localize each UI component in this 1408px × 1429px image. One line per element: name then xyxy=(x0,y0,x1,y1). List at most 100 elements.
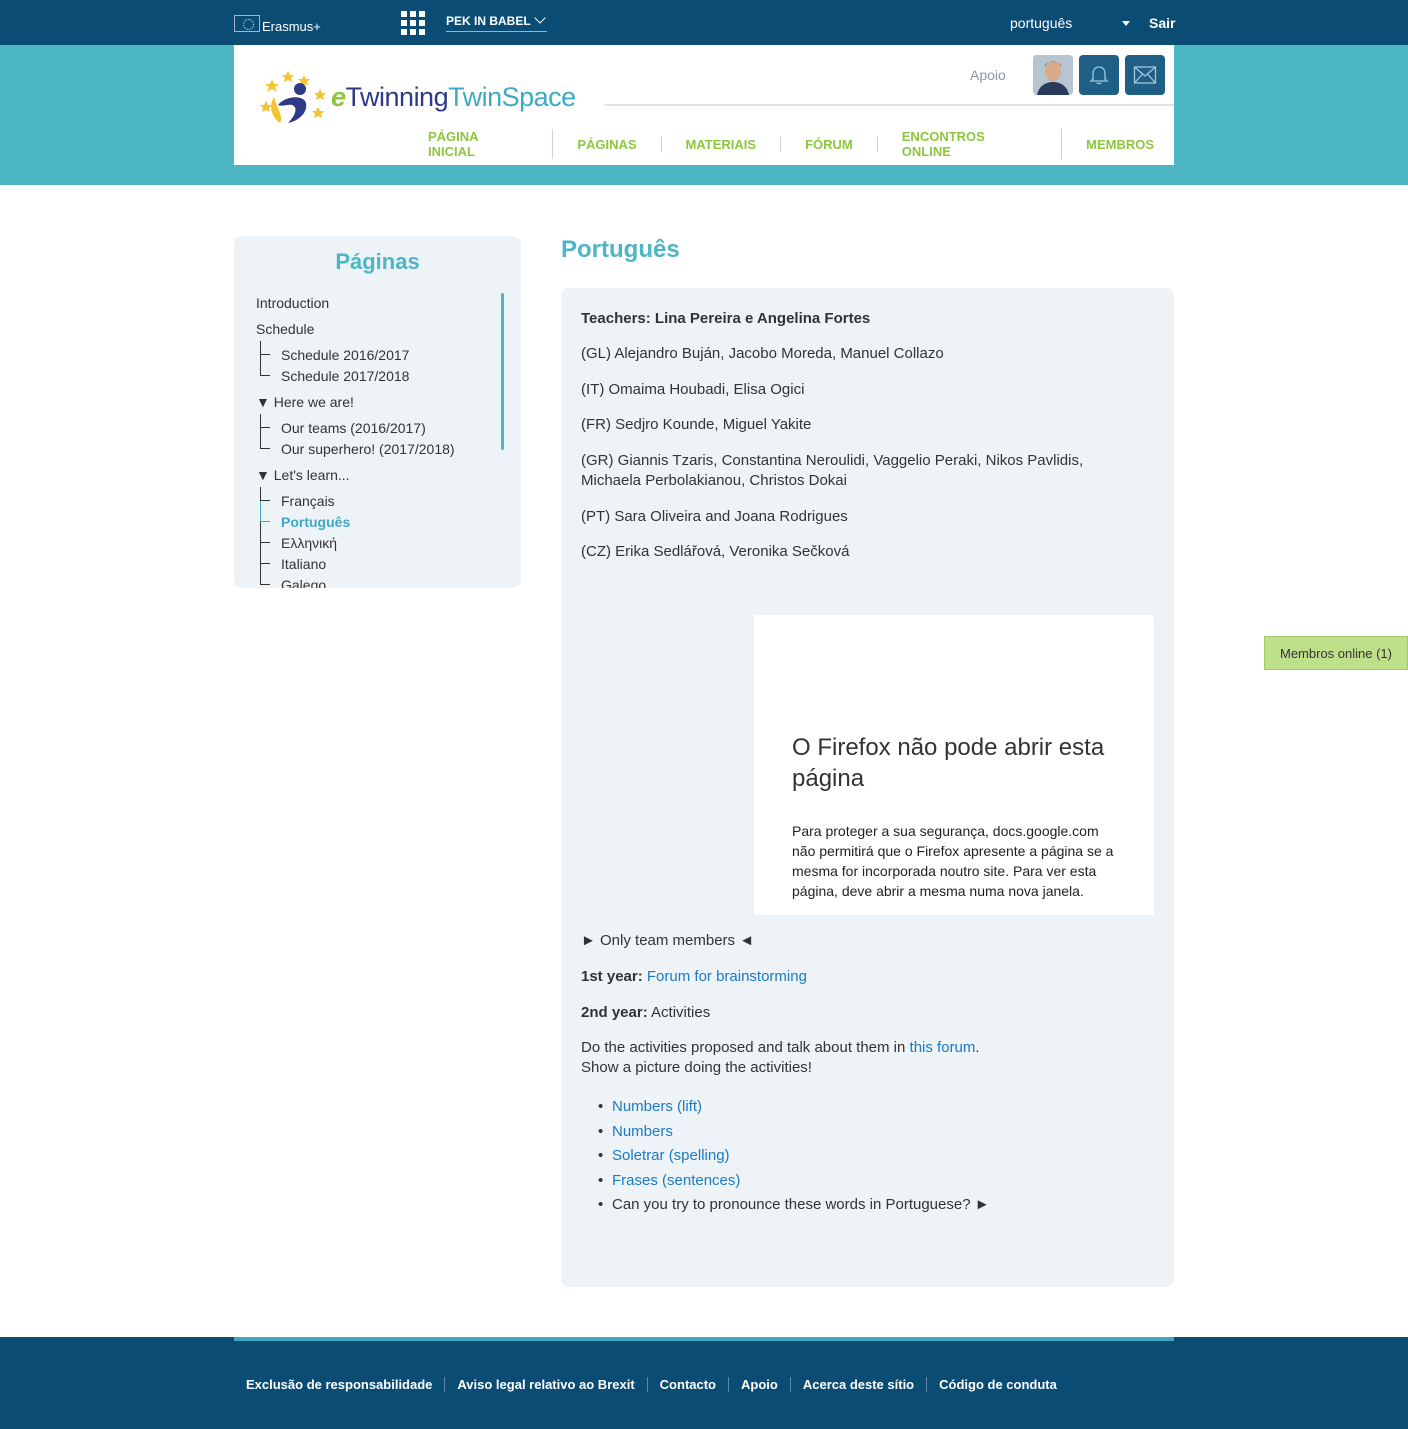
logout-link[interactable]: Sair xyxy=(1149,15,1175,31)
firefox-error-title: O Firefox não pode abrir esta página xyxy=(792,734,1105,792)
bell-icon xyxy=(1089,66,1109,85)
second-year-label: 2nd year: xyxy=(581,1004,648,1021)
project-name: PEK IN BABEL xyxy=(446,14,531,28)
pages-sidebar: Páginas Introduction Schedule Schedule 2… xyxy=(234,236,521,588)
only-members-text: ► Only team members ◄ xyxy=(581,932,755,949)
tree-connector xyxy=(260,428,270,449)
team-line-gl: (GL) Alejandro Buján, Jacobo Moreda, Man… xyxy=(581,345,944,362)
footer-link-support[interactable]: Apoio xyxy=(741,1377,791,1392)
second-year-line: 2nd year: Activities xyxy=(581,1003,710,1023)
nav-home[interactable]: PÁGINA INICIAL xyxy=(404,129,554,159)
activities-list: Numbers (lift) Numbers Soletrar (spellin… xyxy=(598,1095,990,1218)
sidebar-item-schedule-2016[interactable]: Schedule 2016/2017 xyxy=(281,347,409,363)
list-item: Numbers (lift) xyxy=(598,1095,990,1120)
footer-link-about[interactable]: Acerca deste sítio xyxy=(803,1377,928,1392)
forum-brainstorming-link[interactable]: Forum for brainstorming xyxy=(647,968,807,985)
footer-link-brexit[interactable]: Aviso legal relativo ao Brexit xyxy=(457,1377,648,1392)
nav-online-meetings[interactable]: ENCONTROS ONLINE xyxy=(878,129,1063,159)
eu-flag-icon xyxy=(234,15,260,32)
tree-connector xyxy=(260,543,270,564)
support-link[interactable]: Apoio xyxy=(970,67,1006,83)
sidebar-item-our-superhero[interactable]: Our superhero! (2017/2018) xyxy=(281,441,455,457)
sidebar-item-italiano[interactable]: Italiano xyxy=(281,556,326,572)
caret-down-icon xyxy=(1122,20,1130,26)
erasmus-logo[interactable]: Erasmus+ xyxy=(234,13,321,34)
tree-connector xyxy=(260,341,270,355)
second-year-text: Activities xyxy=(651,1004,711,1021)
online-members-tab[interactable]: Membros online (1) xyxy=(1264,636,1408,670)
footer-link-conduct[interactable]: Código de conduta xyxy=(939,1377,1069,1392)
notifications-button[interactable] xyxy=(1079,55,1119,95)
logo-wordmark: eTwinningTwinSpace xyxy=(331,82,576,112)
embedded-frame[interactable]: O Firefox não pode abrir esta página Par… xyxy=(754,615,1154,915)
sidebar-item-greek[interactable]: Ελληνική xyxy=(281,535,337,551)
avatar[interactable] xyxy=(1033,55,1073,95)
footer-links: Exclusão de responsabilidade Aviso legal… xyxy=(246,1377,1081,1392)
erasmus-label: Erasmus+ xyxy=(262,19,321,34)
user-avatar-icon xyxy=(1033,55,1073,95)
language-value: português xyxy=(1010,15,1073,31)
team-line-fr: (FR) Sedjro Kounde, Miguel Yakite xyxy=(581,416,812,433)
sidebar-title: Páginas xyxy=(335,249,420,274)
footer-accent-line xyxy=(234,1337,1174,1341)
firefox-error-body: Para proteger a sua segurança, docs.goog… xyxy=(792,823,1114,899)
sidebar-item-galego[interactable]: Galego xyxy=(281,577,326,588)
sidebar-item-our-teams[interactable]: Our teams (2016/2017) xyxy=(281,420,426,436)
nav-forum[interactable]: FÓRUM xyxy=(781,136,878,152)
sidebar-item-portugues[interactable]: Português xyxy=(281,514,350,530)
numbers-lift-link[interactable]: Numbers (lift) xyxy=(612,1098,702,1115)
tree-connector xyxy=(260,487,270,501)
team-line-it: (IT) Omaima Houbadi, Elisa Ogici xyxy=(581,381,805,398)
header: eTwinningTwinSpace Apoio PÁGINA INICIAL … xyxy=(234,45,1174,165)
main-nav: PÁGINA INICIAL PÁGINAS MATERIAIS FÓRUM E… xyxy=(404,129,1154,159)
messages-button[interactable] xyxy=(1125,55,1165,95)
apps-grid-icon[interactable] xyxy=(401,11,425,35)
tree-connector xyxy=(260,355,270,376)
show-picture-text: Show a picture doing the activities! xyxy=(581,1059,812,1076)
page-content: Teachers: Lina Pereira e Angelina Fortes… xyxy=(561,288,1174,1287)
list-item: Soletrar (spelling) xyxy=(598,1144,990,1169)
sidebar-item-here-we-are[interactable]: ▼ Here we are! xyxy=(256,394,354,410)
nav-materials[interactable]: MATERIAIS xyxy=(662,136,782,152)
top-bar: Erasmus+ PEK IN BABEL português Sair xyxy=(0,0,1408,45)
this-forum-link[interactable]: this forum xyxy=(910,1039,976,1056)
sidebar-item-francais[interactable]: Français xyxy=(281,493,335,509)
activities-text: Do the activities proposed and talk abou… xyxy=(581,1039,906,1056)
page-title: Português xyxy=(561,236,680,263)
footer: Exclusão de responsabilidade Aviso legal… xyxy=(0,1337,1408,1429)
list-item: Numbers xyxy=(598,1120,990,1145)
chevron-down-icon xyxy=(534,12,546,24)
footer-link-disclaimer[interactable]: Exclusão de responsabilidade xyxy=(246,1377,446,1392)
language-select[interactable]: português xyxy=(1010,15,1130,31)
sidebar-item-introduction[interactable]: Introduction xyxy=(256,295,329,311)
team-line-gr: (GR) Giannis Tzaris, Constantina Nerouli… xyxy=(581,452,1084,469)
first-year-line: 1st year: Forum for brainstorming xyxy=(581,967,807,987)
sentences-link[interactable]: Frases (sentences) xyxy=(612,1172,740,1189)
sidebar-item-lets-learn[interactable]: ▼ Let's learn... xyxy=(256,467,350,483)
numbers-link[interactable]: Numbers xyxy=(612,1123,673,1140)
team-line-pt: (PT) Sara Oliveira and Joana Rodrigues xyxy=(581,508,848,525)
activities-line: Do the activities proposed and talk abou… xyxy=(581,1038,980,1058)
tree-connector xyxy=(260,522,270,543)
tree-connector-active xyxy=(260,501,270,522)
team-line-gr-cont: Michaela Perbolakianou, Christos Dokai xyxy=(581,472,847,489)
list-item: Frases (sentences) xyxy=(598,1169,990,1194)
list-item: Can you try to pronounce these words in … xyxy=(598,1193,990,1218)
tree-connector xyxy=(260,564,270,585)
tree-connector xyxy=(260,414,270,428)
header-divider xyxy=(604,104,1174,106)
pronounce-text: Can you try to pronounce these words in … xyxy=(612,1196,990,1213)
spelling-link[interactable]: Soletrar (spelling) xyxy=(612,1147,730,1164)
footer-link-contact[interactable]: Contacto xyxy=(660,1377,730,1392)
project-dropdown[interactable]: PEK IN BABEL xyxy=(446,12,547,32)
activities-end: . xyxy=(975,1039,980,1056)
sidebar-item-schedule[interactable]: Schedule xyxy=(256,321,314,337)
sidebar-item-schedule-2017[interactable]: Schedule 2017/2018 xyxy=(281,368,409,384)
mail-icon xyxy=(1133,66,1157,84)
sidebar-scrollbar[interactable] xyxy=(501,293,504,450)
team-line-cz: (CZ) Erika Sedlářová, Veronika Sečková xyxy=(581,543,850,560)
nav-pages[interactable]: PÁGINAS xyxy=(553,136,662,152)
nav-members[interactable]: MEMBROS xyxy=(1062,137,1154,152)
teachers-text: Teachers: Lina Pereira e Angelina Fortes xyxy=(581,310,871,327)
first-year-label: 1st year: xyxy=(581,968,643,985)
